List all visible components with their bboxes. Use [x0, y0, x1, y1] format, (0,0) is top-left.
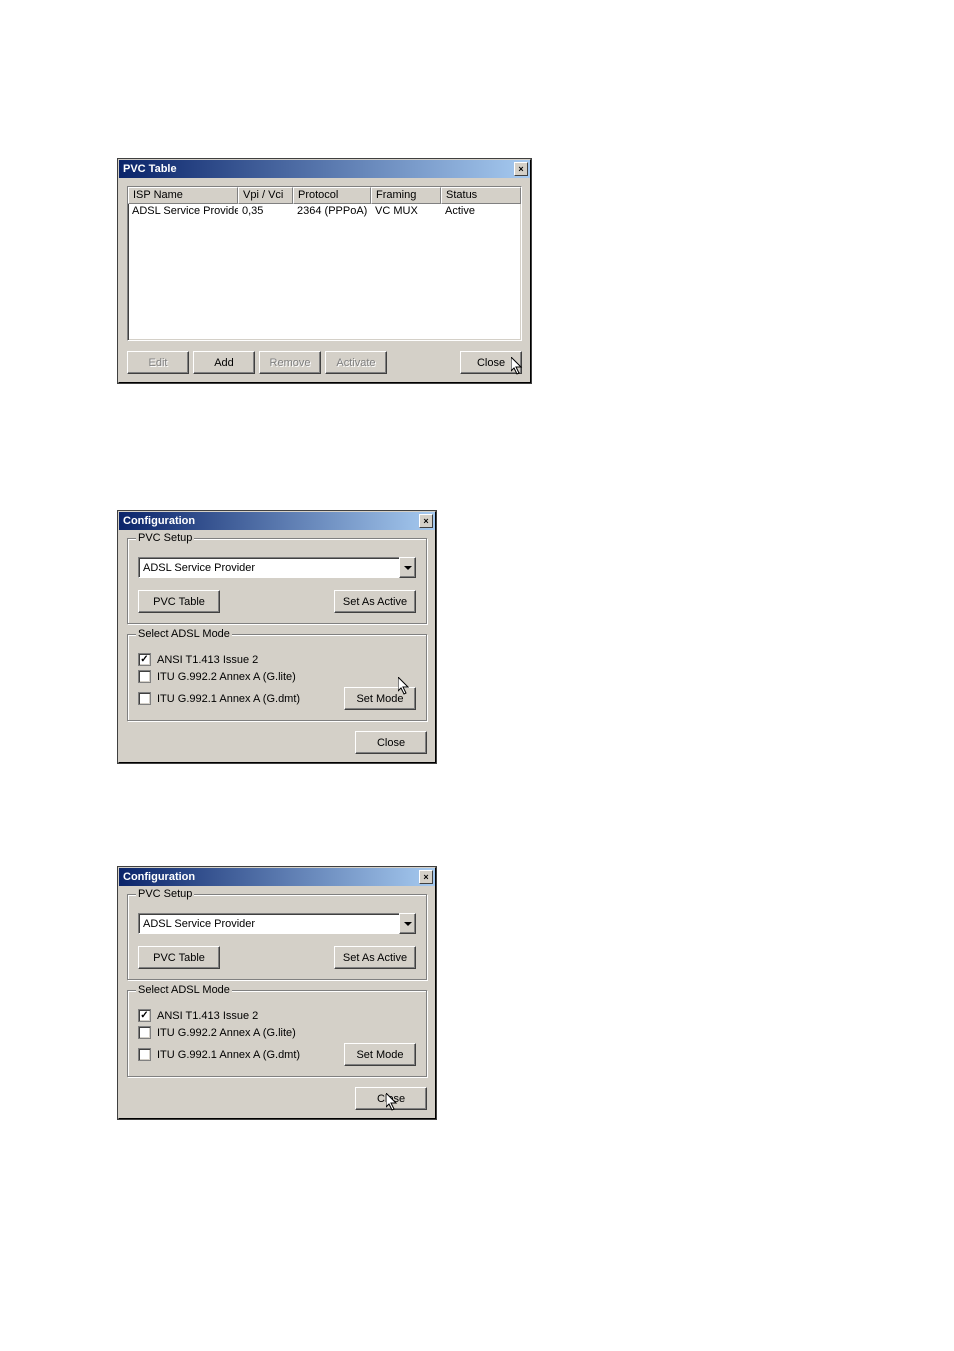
listview-header: ISP Name Vpi / Vci Protocol Framing Stat…: [128, 187, 521, 204]
checkbox-gdmt[interactable]: [138, 1048, 151, 1061]
adsl-mode-group: Select ADSL Mode ✓ ANSI T1.413 Issue 2 I…: [127, 990, 427, 1077]
cell-vpivci: 0,35: [238, 204, 293, 218]
edit-button[interactable]: Edit: [127, 351, 189, 374]
adsl-mode-group: Select ADSL Mode ✓ ANSI T1.413 Issue 2 I…: [127, 634, 427, 721]
checkbox-ansi[interactable]: ✓: [138, 653, 151, 666]
provider-combo[interactable]: [138, 557, 416, 578]
provider-input[interactable]: [138, 557, 399, 578]
titlebar: PVC Table ×: [119, 160, 530, 178]
close-x-glyph: ×: [423, 517, 428, 526]
configuration-dialog-1: Configuration × PVC Setup PVC Table Set …: [118, 511, 436, 763]
group-legend: PVC Setup: [136, 532, 194, 544]
pvc-table-button[interactable]: PVC Table: [138, 946, 220, 969]
check-icon: ✓: [140, 655, 148, 665]
col-isp[interactable]: ISP Name: [128, 187, 238, 204]
col-status[interactable]: Status: [441, 187, 521, 204]
checkbox-label: ITU G.992.2 Annex A (G.lite): [157, 1027, 296, 1039]
checkbox-ansi[interactable]: ✓: [138, 1009, 151, 1022]
cell-protocol: 2364 (PPPoA): [293, 204, 371, 218]
checkbox-gdmt[interactable]: [138, 692, 151, 705]
close-icon[interactable]: ×: [419, 514, 433, 528]
close-button[interactable]: Close: [460, 351, 522, 374]
provider-input[interactable]: [138, 913, 399, 934]
table-row[interactable]: ADSL Service Provider 0,35 2364 (PPPoA) …: [128, 204, 521, 218]
col-protocol[interactable]: Protocol: [293, 187, 371, 204]
titlebar: Configuration ×: [119, 868, 435, 886]
group-legend: Select ADSL Mode: [136, 984, 232, 996]
activate-button[interactable]: Activate: [325, 351, 387, 374]
window-title: PVC Table: [123, 163, 177, 175]
add-button[interactable]: Add: [193, 351, 255, 374]
close-icon[interactable]: ×: [514, 162, 528, 176]
group-legend: PVC Setup: [136, 888, 194, 900]
checkbox-label: ANSI T1.413 Issue 2: [157, 654, 258, 666]
checkbox-label: ITU G.992.1 Annex A (G.dmt): [157, 693, 300, 705]
check-icon: ✓: [140, 1011, 148, 1021]
pvc-setup-group: PVC Setup PVC Table Set As Active: [127, 538, 427, 624]
window-title: Configuration: [123, 515, 195, 527]
checkbox-glite[interactable]: [138, 1026, 151, 1039]
group-legend: Select ADSL Mode: [136, 628, 232, 640]
set-as-active-button[interactable]: Set As Active: [334, 946, 416, 969]
close-icon[interactable]: ×: [419, 870, 433, 884]
col-framing[interactable]: Framing: [371, 187, 441, 204]
chevron-down-icon[interactable]: [399, 557, 416, 578]
set-as-active-button[interactable]: Set As Active: [334, 590, 416, 613]
provider-combo[interactable]: [138, 913, 416, 934]
pvc-table-button[interactable]: PVC Table: [138, 590, 220, 613]
close-button[interactable]: Close: [355, 731, 427, 754]
col-vpivci[interactable]: Vpi / Vci: [238, 187, 293, 204]
cell-isp: ADSL Service Provider: [128, 204, 238, 218]
chevron-down-icon[interactable]: [399, 913, 416, 934]
checkbox-label: ITU G.992.1 Annex A (G.dmt): [157, 1049, 300, 1061]
checkbox-label: ITU G.992.2 Annex A (G.lite): [157, 671, 296, 683]
set-mode-button[interactable]: Set Mode: [344, 1043, 416, 1066]
close-x-glyph: ×: [518, 165, 523, 174]
titlebar: Configuration ×: [119, 512, 435, 530]
close-x-glyph: ×: [423, 873, 428, 882]
checkbox-glite[interactable]: [138, 670, 151, 683]
remove-button[interactable]: Remove: [259, 351, 321, 374]
window-title: Configuration: [123, 871, 195, 883]
configuration-dialog-2: Configuration × PVC Setup PVC Table Set …: [118, 867, 436, 1119]
checkbox-label: ANSI T1.413 Issue 2: [157, 1010, 258, 1022]
pvc-table-dialog: PVC Table × ISP Name Vpi / Vci Protocol …: [118, 159, 531, 383]
pvc-setup-group: PVC Setup PVC Table Set As Active: [127, 894, 427, 980]
close-button[interactable]: Close: [355, 1087, 427, 1110]
pvc-listview[interactable]: ISP Name Vpi / Vci Protocol Framing Stat…: [127, 186, 522, 341]
set-mode-button[interactable]: Set Mode: [344, 687, 416, 710]
cell-framing: VC MUX: [371, 204, 441, 218]
cell-status: Active: [441, 204, 521, 218]
